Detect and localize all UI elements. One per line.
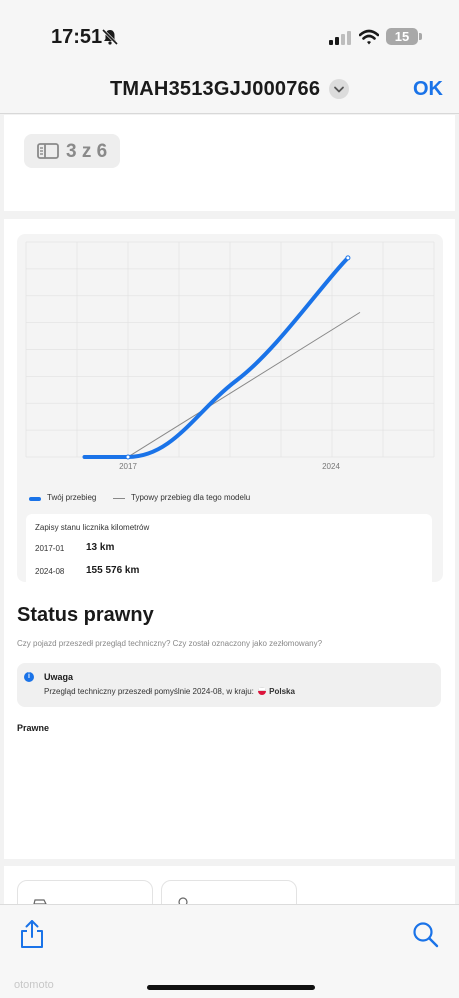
status-bar: 17:51 15 (0, 0, 459, 70)
home-indicator (147, 985, 315, 990)
legal-section-label: Prawne (17, 723, 50, 733)
alert-country: Polska (269, 687, 295, 696)
legend-swatch-typical (113, 498, 125, 499)
x-tick-label: 2017 (119, 462, 137, 471)
clock: 17:51 (51, 26, 103, 48)
page-counter-button[interactable]: 3 z 6 (24, 134, 120, 168)
cellular-signal-icon (329, 31, 351, 45)
mileage-chart-panel: 2017 2024 Twój przebieg Typowy przebieg d… (17, 234, 443, 588)
legal-status-heading: Status prawny (17, 604, 154, 626)
legend-item-typical: Typowy przebieg dla tego modelu (113, 493, 250, 502)
data-point (345, 255, 351, 261)
wifi-icon (359, 29, 379, 45)
sidebar-panel-icon (37, 143, 59, 159)
odometer-records-box: Zapisy stanu licznika kilometrów 2017-01… (26, 514, 432, 588)
odometer-record-value: 155 576 km (86, 565, 140, 576)
title-dropdown-button[interactable] (329, 79, 349, 99)
odometer-records-title: Zapisy stanu licznika kilometrów (35, 523, 150, 532)
search-icon[interactable] (412, 921, 440, 949)
bell-slash-icon (101, 28, 119, 46)
x-tick-label: 2024 (322, 462, 340, 471)
inspection-alert: i Uwaga Przegląd techniczny przeszedł po… (17, 663, 441, 707)
chart-grid (25, 241, 435, 458)
odometer-record-value: 13 km (86, 542, 115, 553)
series-line-yours (82, 255, 350, 459)
alert-title: Uwaga (44, 672, 74, 682)
vin-title[interactable]: TMAH3513GJJ000766 (110, 78, 320, 101)
legend-item-yours: Twój przebieg (29, 493, 96, 502)
share-icon[interactable] (19, 919, 45, 949)
report-content-card: 2017 2024 Twój przebieg Typowy przebieg d… (4, 219, 455, 859)
watermark: otomoto (14, 979, 54, 991)
poland-flag-icon (258, 687, 267, 695)
legend-label-typical: Typowy przebieg dla tego modelu (131, 493, 251, 502)
legend-swatch-yours (29, 497, 41, 501)
chart-x-axis: 2017 2024 (119, 462, 340, 471)
info-icon: i (24, 672, 34, 682)
legend-label-yours: Twój przebieg (47, 493, 97, 502)
series-line-typical (127, 311, 361, 458)
battery-nub (419, 33, 422, 40)
alert-text: Przegląd techniczny przeszedł pomyślnie … (44, 687, 295, 696)
alert-message: Przegląd techniczny przeszedł pomyślnie … (44, 687, 254, 696)
battery-level: 15 (394, 29, 410, 44)
mileage-chart: 2017 2024 (25, 241, 435, 471)
bottom-toolbar: otomoto (0, 904, 459, 998)
data-point (125, 454, 131, 460)
next-section-card (4, 866, 455, 920)
odometer-record-date: 2017-01 (35, 544, 65, 553)
page-indicator-card: 3 z 6 (4, 115, 455, 211)
ok-button[interactable]: OK (413, 78, 443, 101)
battery-icon: 15 (386, 28, 418, 45)
chart-series (82, 255, 361, 460)
chevron-down-icon (334, 86, 344, 93)
odometer-record-date: 2024-08 (35, 567, 65, 576)
legal-status-subtitle: Czy pojazd przeszedł przegląd techniczny… (17, 639, 323, 648)
page-counter-label: 3 z 6 (66, 141, 108, 162)
navigation-bar: TMAH3513GJJ000766 OK (0, 70, 459, 114)
